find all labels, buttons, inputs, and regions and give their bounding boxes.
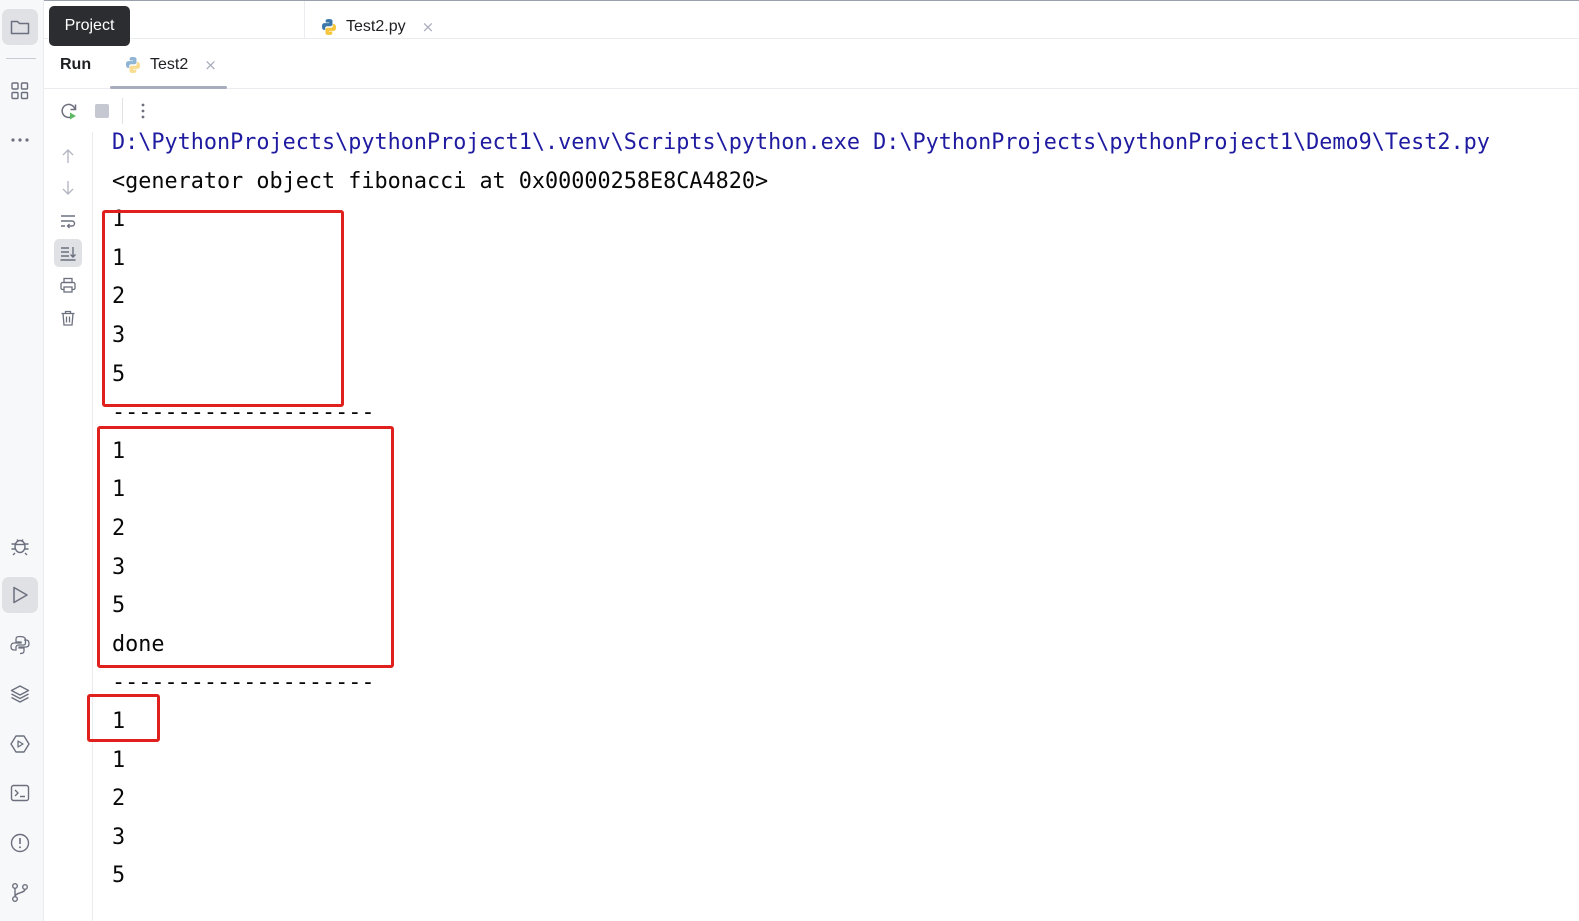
terminal-tool-button[interactable] <box>2 775 38 811</box>
rerun-icon <box>61 103 77 120</box>
more-tool-windows-button[interactable] <box>2 122 38 158</box>
run-window-title: Run <box>60 56 92 73</box>
console-gutter <box>44 132 93 921</box>
run-icon <box>13 586 28 604</box>
layers-tool-button[interactable] <box>2 676 38 712</box>
console-line: 5 <box>112 863 126 889</box>
toolbar-separator <box>122 98 123 124</box>
more-options-icon <box>141 103 145 119</box>
project-tooltip: Project <box>49 6 130 46</box>
git-tool-button[interactable] <box>2 874 38 910</box>
folder-icon <box>10 20 30 35</box>
layers-icon <box>10 685 30 703</box>
structure-icon <box>11 82 29 100</box>
console-line: 1 <box>112 245 126 271</box>
console-line: 1 <box>112 477 126 503</box>
stripe-separator <box>6 58 36 59</box>
soft-wrap-button[interactable] <box>54 207 82 235</box>
close-tab-icon[interactable]: × <box>422 18 435 36</box>
editor-tab-bar: Test2.py × <box>44 0 1579 39</box>
git-icon <box>12 883 28 902</box>
tool-window-stripe <box>0 0 44 921</box>
more-options-button[interactable] <box>130 98 156 124</box>
console-line: 5 <box>112 361 126 387</box>
rerun-button[interactable] <box>56 98 82 124</box>
python-file-icon <box>322 19 336 35</box>
console-line: done <box>112 631 165 657</box>
run-tab-test2[interactable]: Test2 × <box>124 54 217 76</box>
console-line: 1 <box>112 708 126 734</box>
terminal-icon <box>10 784 30 802</box>
scroll-down-button[interactable] <box>54 174 82 202</box>
python-console-icon <box>10 635 30 655</box>
services-icon <box>10 735 30 753</box>
console-output[interactable]: D:\PythonProjects\pythonProject1\.venv\S… <box>112 124 1579 896</box>
stop-button[interactable] <box>89 98 115 124</box>
scroll-down-icon <box>62 181 74 195</box>
active-tab-underline <box>110 86 227 89</box>
project-tool-button[interactable] <box>2 9 38 45</box>
run-tab-label: Test2 <box>150 56 189 73</box>
problems-tool-button[interactable] <box>2 825 38 861</box>
stop-icon <box>95 104 109 118</box>
run-tool-window-header: Run Test2 × <box>44 40 1579 89</box>
scroll-to-end-icon <box>60 247 76 261</box>
console-line: 2 <box>112 284 126 310</box>
debug-tool-button[interactable] <box>2 527 38 563</box>
console-line: 3 <box>112 554 126 580</box>
console-line: 3 <box>112 322 126 348</box>
run-tool-button[interactable] <box>2 577 38 613</box>
scroll-up-icon <box>62 149 74 163</box>
structure-tool-button[interactable] <box>2 73 38 109</box>
console-line: 1 <box>112 207 126 233</box>
console-line: 1 <box>112 747 126 773</box>
console-separator-line: -------------------- <box>112 670 375 696</box>
more-icon <box>11 138 29 142</box>
editor-tab-label: Test2.py <box>346 18 406 35</box>
services-tool-button[interactable] <box>2 726 38 762</box>
console-line: <generator object fibonacci at 0x0000025… <box>112 168 769 194</box>
tab-bar-separator <box>304 1 305 39</box>
python-run-icon <box>126 57 140 73</box>
console-line: 3 <box>112 824 126 850</box>
print-button[interactable] <box>54 271 82 299</box>
debug-icon <box>11 539 29 556</box>
console-separator-line: -------------------- <box>112 400 375 426</box>
scroll-to-end-button[interactable] <box>54 239 82 267</box>
editor-tab-test2-py[interactable]: Test2.py × <box>320 14 434 40</box>
console-line: 5 <box>112 593 126 619</box>
console-line: 1 <box>112 438 126 464</box>
problems-icon <box>10 833 30 853</box>
console-line: 2 <box>112 786 126 812</box>
console-line: 2 <box>112 515 126 541</box>
soft-wrap-icon <box>61 215 76 229</box>
command-line[interactable]: D:\PythonProjects\pythonProject1\.venv\S… <box>112 124 1579 163</box>
clear-button[interactable] <box>54 304 82 332</box>
close-run-tab-icon[interactable]: × <box>204 56 217 74</box>
python-console-tool-button[interactable] <box>2 627 38 663</box>
print-icon <box>60 277 76 293</box>
scroll-up-button[interactable] <box>54 142 82 170</box>
trash-icon <box>61 310 75 326</box>
